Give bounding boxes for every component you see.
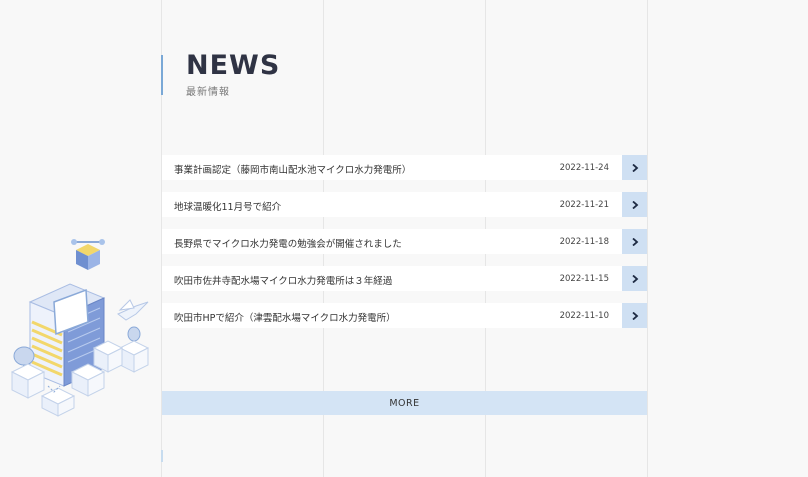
isometric-city-illustration <box>10 239 150 417</box>
chevron-right-icon <box>631 200 638 209</box>
news-item-arrow-button[interactable] <box>622 155 647 180</box>
drone-icon <box>71 239 105 270</box>
chevron-right-icon <box>631 311 638 320</box>
chevron-right-icon <box>631 163 638 172</box>
section-subtitle: 最新情報 <box>186 87 230 98</box>
news-item[interactable]: 地球温暖化11月号で紹介 2022-11-21 <box>162 192 647 217</box>
news-item-date: 2022-11-24 <box>559 163 609 173</box>
news-item-arrow-button[interactable] <box>622 266 647 291</box>
grid-line <box>647 0 648 477</box>
news-item-date: 2022-11-10 <box>559 311 609 321</box>
news-item[interactable]: 吹田市佐井寺配水場マイクロ水力発電所は３年経過 2022-11-15 <box>162 266 647 291</box>
news-item-date: 2022-11-18 <box>559 237 609 247</box>
chevron-right-icon <box>631 237 638 246</box>
news-item-title[interactable]: 事業計画認定（藤岡市南山配水池マイクロ水力発電所） <box>174 162 411 176</box>
news-item-title[interactable]: 吹田市HPで紹介（津雲配水場マイクロ水力発電所） <box>174 310 396 324</box>
section-title: NEWS <box>186 50 281 81</box>
bird-icon <box>117 299 149 321</box>
news-item-arrow-button[interactable] <box>622 229 647 254</box>
chevron-right-icon <box>631 274 638 283</box>
news-item-arrow-button[interactable] <box>622 303 647 328</box>
news-item-arrow-button[interactable] <box>622 192 647 217</box>
news-item-date: 2022-11-15 <box>559 274 609 284</box>
news-item-title[interactable]: 地球温暖化11月号で紹介 <box>174 199 281 213</box>
news-item-date: 2022-11-21 <box>559 200 609 210</box>
news-item-title[interactable]: 吹田市佐井寺配水場マイクロ水力発電所は３年経過 <box>174 273 392 287</box>
news-item[interactable]: 長野県でマイクロ水力発電の勉強会が開催されました 2022-11-18 <box>162 229 647 254</box>
news-item[interactable]: 事業計画認定（藤岡市南山配水池マイクロ水力発電所） 2022-11-24 <box>162 155 647 180</box>
news-item-title[interactable]: 長野県でマイクロ水力発電の勉強会が開催されました <box>174 236 402 250</box>
news-item[interactable]: 吹田市HPで紹介（津雲配水場マイクロ水力発電所） 2022-11-10 <box>162 303 647 328</box>
news-list: 事業計画認定（藤岡市南山配水池マイクロ水力発電所） 2022-11-24 地球温… <box>162 155 647 340</box>
section-accent-bar-bottom <box>161 450 163 462</box>
section-accent-bar <box>161 55 163 95</box>
more-button[interactable]: MORE <box>162 391 647 415</box>
